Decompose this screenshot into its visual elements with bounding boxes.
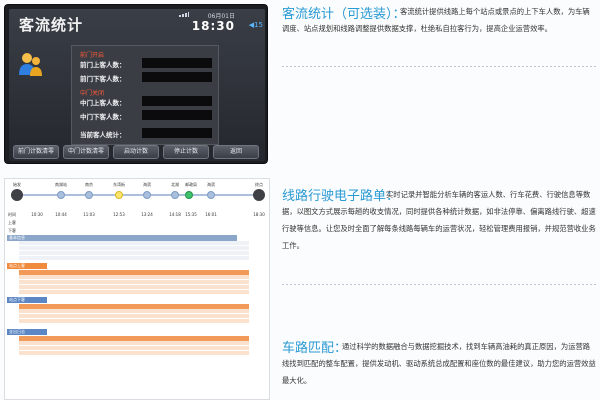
stop-count-button[interactable]: 停止计数 — [163, 145, 209, 159]
stop-time: 13:24 — [141, 212, 153, 217]
stop-node — [185, 191, 193, 199]
volume-level: 15 — [254, 21, 263, 29]
stop-node — [85, 191, 93, 199]
stop-node — [207, 191, 215, 199]
front-off-label: 前门下客人数： — [80, 75, 126, 83]
stop-node — [171, 191, 179, 199]
back-button[interactable]: 返回 — [213, 145, 259, 159]
front-off-value — [142, 72, 212, 82]
route-sheet: 始发 南湖站 南京 东湾街 海滨 北湖 邮政局 海滨 终点 10:30 10:4… — [4, 178, 270, 400]
start-stop-icon — [11, 189, 23, 201]
middle-off-value — [142, 110, 212, 120]
reset-middle-button[interactable]: 中门计数清零 — [63, 145, 109, 159]
reset-front-button[interactable]: 前门计数清零 — [13, 145, 59, 159]
table-row — [19, 290, 249, 295]
current-label: 当前客人统计： — [80, 131, 126, 139]
stop-time: 10:30 — [31, 212, 43, 217]
counter-panel: 前门开启 前门上客人数： 前门下客人数： 中门关闭 中门上客人数： 中门下客人数… — [71, 45, 219, 145]
row-label-time: 时间 — [8, 212, 16, 217]
section-divider — [282, 284, 598, 285]
terminal-button-bar: 前门计数清零 中门计数清零 启动计数 停止计数 返回 — [13, 145, 261, 159]
middle-on-value — [142, 96, 212, 106]
stop-label: 海滨 — [207, 182, 215, 187]
current-value — [142, 128, 212, 138]
stop-time: 15:35 — [185, 212, 197, 217]
front-door-status: 前门开启 — [80, 52, 105, 59]
stop-time: 18:30 — [253, 212, 265, 217]
page: 客流统计 06月01日 18:30 ◀15 前门开启 前门上客人数： 前门下客人… — [0, 0, 600, 400]
section-expense-log: 支出日志 — [7, 329, 47, 335]
section-boarding: 站点上客 — [7, 263, 47, 269]
terminal-screen: 客流统计 06月01日 18:30 ◀15 前门开启 前门上客人数： 前门下客人… — [9, 9, 265, 161]
stop-label: 南湖站 — [55, 182, 67, 187]
stop-time: 11:03 — [83, 212, 95, 217]
terminal-time: 18:30 — [191, 19, 235, 33]
stop-node — [115, 191, 123, 199]
stop-node — [143, 191, 151, 199]
stop-label: 东湾街 — [113, 182, 125, 187]
row-label-alight: 下客 — [8, 228, 16, 233]
volume-indicator: ◀15 — [249, 21, 263, 29]
section-alighting: 站点下客 — [7, 297, 47, 303]
start-count-button[interactable]: 启动计数 — [113, 145, 159, 159]
stop-label: 海滨 — [143, 182, 151, 187]
middle-on-label: 中门上客人数： — [80, 99, 126, 107]
feature-body-passenger-count: 客流统计提供线路上每个站点或景点的上下车人数，为车辆调度、站点规划和线路调整提供… — [282, 7, 590, 33]
feature-body-vehicle-match: 通过科学的数据融合与数据挖掘技术，找到车辆高油耗的真正原因，为运营路线找到匹配的… — [282, 342, 596, 385]
end-stop-icon — [253, 189, 265, 201]
stop-label: 终点 — [255, 182, 263, 187]
stop-label: 始发 — [13, 182, 21, 187]
front-on-label: 前门上客人数： — [80, 61, 126, 69]
middle-door-status: 中门关闭 — [80, 90, 105, 97]
table-row — [19, 256, 249, 261]
row-label-board: 上客 — [8, 220, 16, 225]
stop-node — [57, 191, 65, 199]
stop-time: 16:01 — [205, 212, 217, 217]
passenger-icon — [19, 53, 42, 76]
stop-label: 南京 — [85, 182, 93, 187]
stop-time: 10:44 — [55, 212, 67, 217]
terminal-title: 客流统计 — [19, 16, 84, 34]
stop-label: 邮政局 — [185, 182, 197, 187]
front-on-value — [142, 58, 212, 68]
table-row — [19, 319, 249, 324]
terminal-device: 客流统计 06月01日 18:30 ◀15 前门开启 前门上客人数： 前门下客人… — [4, 4, 268, 164]
section-divider — [282, 66, 598, 67]
middle-off-label: 中门下客人数： — [80, 113, 126, 121]
stop-time: 12:53 — [113, 212, 125, 217]
table-row — [19, 351, 249, 356]
feature-body-route-sheet: 实时记录并智能分析车辆的客运人数、行车花费、行驶信息等数据，以图文方式展示每趟的… — [282, 190, 596, 250]
signal-icon — [179, 12, 189, 17]
